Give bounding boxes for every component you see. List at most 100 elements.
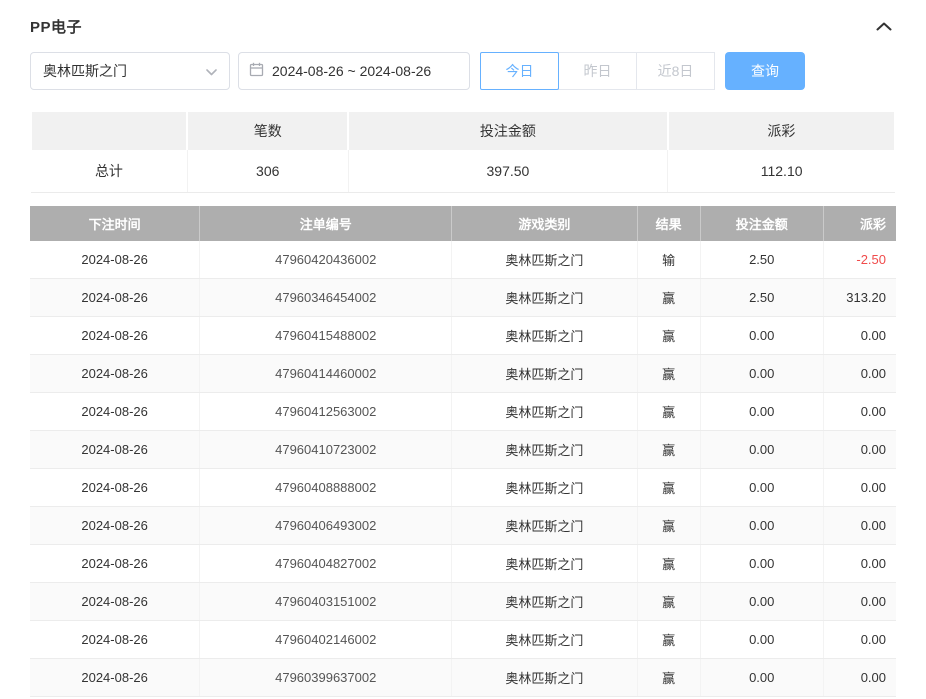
summary-header-row: 笔数 投注金额 派彩 (31, 112, 895, 150)
result-cell: 赢 (637, 469, 700, 507)
result-cell: 赢 (637, 317, 700, 355)
table-row: 2024-08-26 47960414460002 奥林匹斯之门 赢 0.00 … (30, 355, 896, 393)
quick-date-button-group: 今日 昨日 近8日 (480, 52, 715, 90)
bet-time-cell: 2024-08-26 (30, 393, 200, 431)
pp-electronic-panel: PP电子 奥林匹斯之门 2024-08-26 ~ 2024-08-26 (0, 0, 926, 697)
table-row: 2024-08-26 47960346454002 奥林匹斯之门 赢 2.50 … (30, 279, 896, 317)
date-range-value: 2024-08-26 ~ 2024-08-26 (272, 63, 431, 79)
game-category-cell: 奥林匹斯之门 (452, 431, 637, 469)
summary-table: 笔数 投注金额 派彩 总计 306 397.50 112.10 (30, 112, 896, 193)
payout-cell: 0.00 (823, 393, 896, 431)
payout-cell: 313.20 (823, 279, 896, 317)
last-8-days-button[interactable]: 近8日 (636, 52, 715, 90)
game-category-cell: 奥林匹斯之门 (452, 355, 637, 393)
chevron-down-icon (206, 63, 217, 79)
bet-amount-cell: 0.00 (700, 621, 823, 659)
result-cell: 赢 (637, 431, 700, 469)
game-select-value: 奥林匹斯之门 (43, 61, 127, 81)
bet-amount-cell: 0.00 (700, 431, 823, 469)
summary-total-payout: 112.10 (668, 150, 895, 192)
records-header-order-id: 注单编号 (200, 206, 452, 241)
game-category-cell: 奥林匹斯之门 (452, 469, 637, 507)
bet-time-cell: 2024-08-26 (30, 621, 200, 659)
summary-total-label: 总计 (31, 150, 187, 192)
payout-cell: 0.00 (823, 317, 896, 355)
result-cell: 赢 (637, 393, 700, 431)
table-row: 2024-08-26 47960399637002 奥林匹斯之门 赢 0.00 … (30, 659, 896, 697)
order-id-cell: 47960404827002 (200, 545, 452, 583)
bet-time-cell: 2024-08-26 (30, 355, 200, 393)
payout-cell: 0.00 (823, 621, 896, 659)
records-table-body: 2024-08-26 47960420436002 奥林匹斯之门 输 2.50 … (30, 241, 896, 697)
order-id-cell: 47960406493002 (200, 507, 452, 545)
calendar-icon (249, 62, 264, 80)
today-button[interactable]: 今日 (480, 52, 559, 90)
game-category-cell: 奥林匹斯之门 (452, 545, 637, 583)
result-cell: 赢 (637, 621, 700, 659)
search-button[interactable]: 查询 (725, 52, 805, 90)
bet-time-cell: 2024-08-26 (30, 507, 200, 545)
payout-cell: 0.00 (823, 431, 896, 469)
bet-time-cell: 2024-08-26 (30, 431, 200, 469)
table-row: 2024-08-26 47960415488002 奥林匹斯之门 赢 0.00 … (30, 317, 896, 355)
result-cell: 赢 (637, 507, 700, 545)
bet-time-cell: 2024-08-26 (30, 279, 200, 317)
bet-amount-cell: 0.00 (700, 317, 823, 355)
result-cell: 赢 (637, 545, 700, 583)
game-select[interactable]: 奥林匹斯之门 (30, 52, 230, 90)
order-id-cell: 47960402146002 (200, 621, 452, 659)
filter-row: 奥林匹斯之门 2024-08-26 ~ 2024-08-26 今日 昨日 近8日… (30, 52, 896, 90)
table-row: 2024-08-26 47960420436002 奥林匹斯之门 输 2.50 … (30, 241, 896, 279)
payout-cell: 0.00 (823, 355, 896, 393)
bet-amount-cell: 0.00 (700, 659, 823, 697)
payout-cell: 0.00 (823, 469, 896, 507)
table-row: 2024-08-26 47960403151002 奥林匹斯之门 赢 0.00 … (30, 583, 896, 621)
bet-amount-cell: 0.00 (700, 393, 823, 431)
yesterday-button[interactable]: 昨日 (558, 52, 637, 90)
result-cell: 赢 (637, 355, 700, 393)
order-id-cell: 47960410723002 (200, 431, 452, 469)
payout-cell: 0.00 (823, 545, 896, 583)
records-header-bet-time: 下注时间 (30, 206, 200, 241)
order-id-cell: 47960408888002 (200, 469, 452, 507)
bet-time-cell: 2024-08-26 (30, 469, 200, 507)
game-category-cell: 奥林匹斯之门 (452, 583, 637, 621)
date-range-input[interactable]: 2024-08-26 ~ 2024-08-26 (238, 52, 470, 90)
bet-amount-cell: 2.50 (700, 279, 823, 317)
result-cell: 赢 (637, 279, 700, 317)
game-category-cell: 奥林匹斯之门 (452, 279, 637, 317)
bet-time-cell: 2024-08-26 (30, 241, 200, 279)
table-row: 2024-08-26 47960406493002 奥林匹斯之门 赢 0.00 … (30, 507, 896, 545)
summary-header-bet-amount: 投注金额 (348, 112, 668, 150)
records-header-result: 结果 (637, 206, 700, 241)
order-id-cell: 47960412563002 (200, 393, 452, 431)
game-category-cell: 奥林匹斯之门 (452, 393, 637, 431)
records-header-payout: 派彩 (823, 206, 896, 241)
order-id-cell: 47960415488002 (200, 317, 452, 355)
panel-header: PP电子 (30, 0, 896, 48)
payout-cell: 0.00 (823, 507, 896, 545)
table-row: 2024-08-26 47960408888002 奥林匹斯之门 赢 0.00 … (30, 469, 896, 507)
game-category-cell: 奥林匹斯之门 (452, 317, 637, 355)
panel-title: PP电子 (30, 16, 82, 37)
payout-cell: 0.00 (823, 583, 896, 621)
table-row: 2024-08-26 47960410723002 奥林匹斯之门 赢 0.00 … (30, 431, 896, 469)
records-table: 下注时间 注单编号 游戏类别 结果 投注金额 派彩 2024-08-26 479… (30, 206, 896, 698)
game-category-cell: 奥林匹斯之门 (452, 659, 637, 697)
game-category-cell: 奥林匹斯之门 (452, 241, 637, 279)
order-id-cell: 47960346454002 (200, 279, 452, 317)
result-cell: 输 (637, 241, 700, 279)
collapse-chevron-up-icon[interactable] (872, 18, 896, 35)
bet-time-cell: 2024-08-26 (30, 659, 200, 697)
order-id-cell: 47960414460002 (200, 355, 452, 393)
summary-header-count: 笔数 (187, 112, 348, 150)
bet-amount-cell: 2.50 (700, 241, 823, 279)
bet-amount-cell: 0.00 (700, 507, 823, 545)
payout-cell: -2.50 (823, 241, 896, 279)
order-id-cell: 47960420436002 (200, 241, 452, 279)
summary-total-count: 306 (187, 150, 348, 192)
summary-header-blank (31, 112, 187, 150)
bet-amount-cell: 0.00 (700, 583, 823, 621)
table-row: 2024-08-26 47960412563002 奥林匹斯之门 赢 0.00 … (30, 393, 896, 431)
table-row: 2024-08-26 47960404827002 奥林匹斯之门 赢 0.00 … (30, 545, 896, 583)
